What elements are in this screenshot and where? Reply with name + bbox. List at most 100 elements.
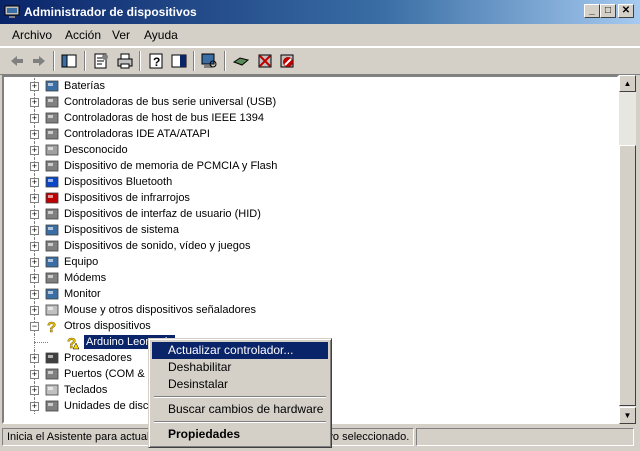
menu-scan-hardware[interactable]: Buscar cambios de hardware (152, 401, 328, 418)
properties-pane-icon[interactable] (60, 52, 78, 70)
tree-item-label: Dispositivos de sonido, vídeo y juegos (64, 240, 251, 252)
scroll-up-button[interactable]: ▲ (619, 75, 636, 92)
scroll-down-button[interactable]: ▼ (619, 407, 636, 424)
tree-category[interactable]: + Mouse y otros dispositivos señaladores (4, 302, 604, 318)
menu-accion[interactable]: Acción (65, 28, 101, 42)
expand-button[interactable]: + (30, 242, 39, 251)
tree-category[interactable]: + Controladoras de bus serie universal (U… (4, 94, 604, 110)
expand-button[interactable]: + (30, 354, 39, 363)
expand-button[interactable]: + (30, 210, 39, 219)
expand-button[interactable]: + (30, 226, 39, 235)
expand-button[interactable]: + (30, 386, 39, 395)
disable-icon[interactable] (278, 52, 296, 70)
menu-separator (154, 421, 326, 423)
tree-category[interactable]: + Dispositivos de infrarrojos (4, 190, 604, 206)
status-panel-right (416, 428, 634, 446)
back-icon[interactable] (8, 52, 26, 70)
menu-ayuda[interactable]: Ayuda (144, 28, 178, 42)
processor-icon (45, 352, 59, 364)
minimize-button[interactable]: _ (584, 4, 600, 18)
tree-item-label: Dispositivos de infrarrojos (64, 192, 190, 204)
tree-category[interactable]: + Desconocido (4, 142, 604, 158)
system-icon (45, 224, 59, 236)
close-button[interactable]: ✕ (618, 4, 634, 18)
keyboard-icon (45, 384, 59, 396)
expand-button[interactable]: + (30, 290, 39, 299)
pcmcia-icon (45, 160, 59, 172)
tree-item-label: Dispositivos de interfaz de usuario (HID… (64, 208, 261, 220)
expand-button[interactable]: + (30, 146, 39, 155)
ieee1394-icon (45, 112, 59, 124)
tree-category[interactable]: −? Otros dispositivos (4, 318, 604, 334)
menu-archivo[interactable]: Archivo (12, 28, 52, 42)
tree-category[interactable]: + Dispositivos de interfaz de usuario (HI… (4, 206, 604, 222)
tree-item-label: Controladoras de host de bus IEEE 1394 (64, 112, 264, 124)
expand-button[interactable]: + (30, 130, 39, 139)
svg-text:?: ? (153, 55, 160, 69)
device-manager-app-icon (4, 5, 20, 18)
menu-ver[interactable]: Ver (112, 28, 130, 42)
tree-category[interactable]: + Controladoras IDE ATA/ATAPI (4, 126, 604, 142)
tree-item-label: Controladoras IDE ATA/ATAPI (64, 128, 210, 140)
expand-button[interactable]: + (30, 402, 39, 411)
disk-icon (45, 400, 59, 412)
expand-button[interactable]: + (30, 162, 39, 171)
expand-button[interactable]: + (30, 114, 39, 123)
properties-icon[interactable] (92, 52, 110, 70)
tree-category[interactable]: + Monitor (4, 286, 604, 302)
title-bar[interactable]: Administrador de dispositivos _ □ ✕ (0, 0, 640, 24)
vertical-scrollbar[interactable]: ▲ ▼ (619, 75, 636, 424)
device-manager-window: Administrador de dispositivos _ □ ✕ Arch… (0, 0, 640, 451)
ide-icon (45, 128, 59, 140)
tree-item-label: Procesadores (64, 352, 132, 364)
expand-button[interactable]: + (30, 370, 39, 379)
port-icon (45, 368, 59, 380)
menu-uninstall[interactable]: Desinstalar (152, 376, 328, 393)
menu-disable[interactable]: Deshabilitar (152, 359, 328, 376)
scroll-thumb[interactable] (619, 145, 636, 406)
tree-category[interactable]: + Baterías (4, 78, 604, 94)
scan-hardware-icon[interactable] (200, 52, 218, 70)
tree-item-label: Dispositivo de memoria de PCMCIA y Flash (64, 160, 278, 172)
tree-item-label: Teclados (64, 384, 108, 396)
tree-category[interactable]: + Controladoras de host de bus IEEE 1394 (4, 110, 604, 126)
expand-button[interactable]: + (30, 178, 39, 187)
tree-category[interactable]: + Dispositivos Bluetooth (4, 174, 604, 190)
tree-category[interactable]: + Módems (4, 270, 604, 286)
uninstall-icon[interactable] (256, 52, 274, 70)
sound-icon (45, 240, 59, 252)
tree-category[interactable]: + Dispositivo de memoria de PCMCIA y Flas… (4, 158, 604, 174)
hid-icon (45, 208, 59, 220)
print-icon[interactable] (116, 52, 134, 70)
tree-item-label: Baterías (64, 80, 105, 92)
maximize-button[interactable]: □ (600, 4, 616, 18)
battery-icon (45, 80, 59, 92)
collapse-button[interactable]: − (30, 322, 39, 331)
tree-item-label: Equipo (64, 256, 99, 268)
expand-button[interactable]: + (30, 306, 39, 315)
expand-button[interactable]: + (30, 82, 39, 91)
menu-separator (154, 396, 326, 398)
monitor-icon (45, 288, 59, 300)
usb-icon (45, 96, 59, 108)
show-hide-tree-icon[interactable] (170, 52, 188, 70)
menu-update-driver[interactable]: Actualizar controlador... (152, 342, 328, 359)
expand-button[interactable]: + (30, 98, 39, 107)
mouse-icon (45, 304, 59, 316)
bluetooth-icon (45, 176, 59, 188)
tree-category[interactable]: + Equipo (4, 254, 604, 270)
tree-item-label: Otros dispositivos (64, 320, 151, 332)
update-driver-icon[interactable] (232, 52, 250, 70)
tree-category[interactable]: + Dispositivos de sonido, vídeo y juegos (4, 238, 604, 254)
tree-category[interactable]: + Dispositivos de sistema (4, 222, 604, 238)
forward-icon[interactable] (30, 52, 48, 70)
expand-button[interactable]: + (30, 274, 39, 283)
menu-properties[interactable]: Propiedades (152, 426, 328, 443)
expand-button[interactable]: + (30, 258, 39, 267)
unknown-icon (45, 144, 59, 156)
tree-item-label: Dispositivos de sistema (64, 224, 179, 236)
tree-item-label: Módems (64, 272, 107, 284)
expand-button[interactable]: + (30, 194, 39, 203)
help-icon[interactable]: ? (147, 52, 165, 70)
tree-item-label: Controladoras de bus serie universal (US… (64, 96, 277, 108)
